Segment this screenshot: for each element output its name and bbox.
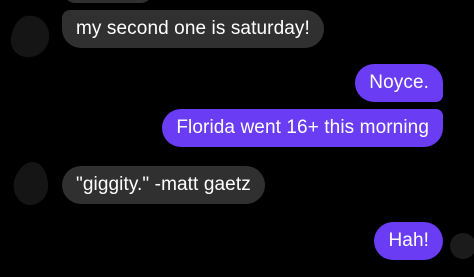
avatar-silhouette-icon (13, 162, 49, 205)
message-text: Florida went 16+ this morning (176, 117, 429, 138)
message-bubble-incoming[interactable]: "giggity." -matt gaetz (62, 166, 265, 204)
message-bubble-outgoing[interactable]: Noyce. (355, 64, 443, 102)
message-bubble-incoming[interactable]: my second one is saturday! (62, 10, 324, 48)
read-receipt-avatar (449, 232, 474, 260)
message-text: "giggity." -matt gaetz (76, 174, 251, 195)
avatar-silhouette-icon (10, 15, 50, 58)
message-text: my second one is saturday! (76, 18, 310, 39)
message-bubble-outgoing[interactable]: Hah! (374, 222, 443, 260)
previous-message-bubble[interactable] (64, 0, 152, 3)
message-thread: my second one is saturday! Noyce. Florid… (0, 0, 474, 277)
read-receipt-avatar-icon (450, 233, 474, 259)
message-bubble-outgoing[interactable]: Florida went 16+ this morning (162, 109, 443, 147)
message-text: Hah! (388, 230, 429, 251)
message-text: Noyce. (369, 72, 429, 93)
contact-avatar-2[interactable] (10, 160, 50, 206)
contact-avatar-1[interactable] (8, 14, 50, 58)
